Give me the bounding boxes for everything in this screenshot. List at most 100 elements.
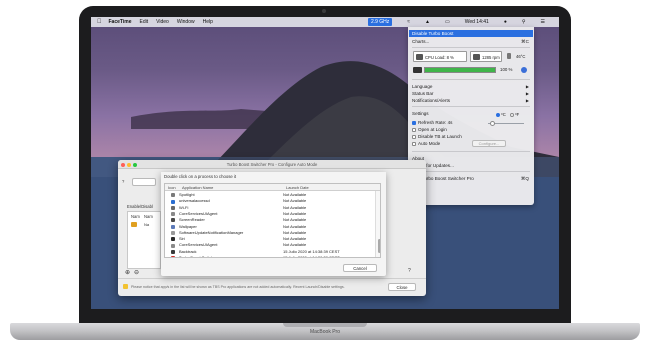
- quit-shortcut: ⌘Q: [520, 176, 529, 181]
- bluetooth-icon[interactable]: ▲: [425, 19, 430, 25]
- submenu-arrow-icon: ▶: [525, 91, 529, 96]
- check-updates-item[interactable]: Check for Updates...: [412, 162, 530, 169]
- app-icon: [171, 193, 175, 198]
- charts-shortcut: ⌘C: [521, 39, 529, 44]
- scrollbar-thumb[interactable]: [377, 239, 380, 253]
- background-table-header: Nam: [131, 214, 140, 219]
- app-icon: [171, 212, 175, 217]
- battery-icon[interactable]: ▭: [445, 19, 450, 25]
- menu-separator: [412, 106, 530, 107]
- apple-menu-icon[interactable]: : [97, 19, 102, 25]
- app-icon: [171, 237, 175, 242]
- zoom-window-icon[interactable]: [133, 162, 137, 167]
- choose-process-sheet: Double click on a process to choose it I…: [161, 172, 386, 276]
- auto-mode-checkbox[interactable]: [412, 141, 416, 146]
- battery-percent: 100 %: [500, 67, 513, 72]
- cpu-load-gauge: CPU Load: 8 %: [413, 51, 467, 62]
- sheet-title: Double click on a process to choose it: [164, 174, 237, 179]
- app-icon: [171, 218, 175, 223]
- about-item[interactable]: About: [412, 155, 530, 162]
- cancel-button[interactable]: Cancel: [343, 264, 377, 272]
- auto-mode-row[interactable]: Auto Mode: [412, 140, 530, 147]
- background-table-cell: Na: [144, 222, 150, 227]
- table-row[interactable]: Turbo Boost Switcher 15 Julio 2020 at 14:…: [165, 255, 375, 258]
- fahrenheit-label: ºF: [515, 112, 520, 117]
- menu-separator: [412, 171, 530, 172]
- column-icon[interactable]: Icon: [168, 184, 176, 191]
- app-icon: [131, 222, 137, 227]
- refresh-checkbox[interactable]: [412, 120, 416, 125]
- app-icon: [171, 224, 175, 229]
- open-at-login-checkbox[interactable]: [412, 127, 416, 132]
- submenu-arrow-icon: ▶: [525, 98, 529, 103]
- notifications-item[interactable]: Notifications/Alerts ▶: [412, 97, 530, 104]
- background-button[interactable]: [132, 178, 156, 186]
- menu-extras: 2.9 GHz ≈ ▲ ▭ Wed 14:41 ● ⚲ ☰: [361, 17, 553, 27]
- close-window-icon[interactable]: [121, 162, 125, 167]
- app-icon: [171, 249, 175, 254]
- refresh-rate-slider-knob[interactable]: [490, 120, 495, 126]
- app-icon: [171, 231, 175, 236]
- background-table-header: Nam: [144, 214, 153, 219]
- quit-item[interactable]: Quit Turbo Boost Switcher Pro ⌘Q: [412, 175, 530, 182]
- fan-icon: [472, 54, 480, 60]
- fan-speed-gauge: 1285 rpm: [470, 51, 502, 62]
- menu-video[interactable]: Video: [156, 19, 169, 25]
- search-icon[interactable]: ⚲: [522, 19, 526, 25]
- background-table: Nam Nam Na: [127, 211, 161, 269]
- app-icon: [171, 243, 175, 248]
- vertical-scrollbar[interactable]: [375, 191, 380, 257]
- app-icon: [171, 199, 175, 204]
- add-icon[interactable]: ⊕: [125, 269, 130, 276]
- fahrenheit-radio[interactable]: [509, 112, 514, 117]
- column-launch-date[interactable]: Launch Date: [286, 184, 309, 191]
- status-bar-item[interactable]: Status Bar ▶: [412, 90, 530, 97]
- thermometer-icon: [506, 53, 511, 59]
- battery-level-icon: [413, 67, 422, 73]
- help-icon[interactable]: ?: [122, 179, 124, 184]
- disable-tb-checkbox[interactable]: [412, 134, 416, 139]
- column-application-name[interactable]: Application Name: [182, 184, 213, 191]
- divider: [118, 278, 426, 279]
- close-button[interactable]: Close: [388, 283, 416, 291]
- menu-clock[interactable]: Wed 14:41: [465, 19, 489, 25]
- menu-separator: [412, 79, 530, 80]
- turbo-boost-menu: Disable Turbo Boost Charts... ⌘C CPU Load…: [408, 27, 534, 205]
- disable-tb-at-launch-row[interactable]: Disable TB at Launch: [412, 133, 530, 140]
- language-item[interactable]: Language ▶: [412, 83, 530, 90]
- menu-help[interactable]: Help: [203, 19, 213, 25]
- macos-menu-bar:  FaceTime Edit Video Window Help 2.9 GH…: [91, 17, 559, 27]
- menu-separator: [412, 47, 530, 48]
- process-table-header: Icon Application Name Launch Date: [165, 184, 380, 191]
- camera-icon: [322, 9, 326, 13]
- laptop-opening-notch: [283, 323, 367, 327]
- laptop-brand-label: MacBook Pro: [309, 329, 340, 335]
- app-icon: [171, 256, 175, 257]
- menu-edit[interactable]: Edit: [139, 19, 148, 25]
- celsius-radio[interactable]: [496, 112, 500, 117]
- warning-icon: [123, 284, 128, 289]
- process-table: Icon Application Name Launch Date Spotli…: [164, 183, 381, 258]
- wifi-icon[interactable]: ≈: [407, 19, 410, 25]
- open-at-login-row[interactable]: Open at Login: [412, 126, 530, 133]
- disable-turbo-boost-item[interactable]: Disable Turbo Boost: [409, 30, 533, 37]
- application-name-cell: Turbo Boost Switcher: [179, 255, 218, 258]
- status-dot-icon: [521, 67, 527, 73]
- help-icon[interactable]: ?: [408, 268, 411, 274]
- remove-icon[interactable]: ⊖: [134, 269, 139, 276]
- app-icon: [171, 205, 175, 210]
- minimize-window-icon[interactable]: [127, 162, 131, 167]
- user-icon[interactable]: ●: [504, 19, 507, 25]
- battery-bar: [424, 67, 496, 73]
- launch-date-cell: 15 Julio 2020 at 14:30:30 CEST: [283, 255, 340, 258]
- list-icon[interactable]: ☰: [541, 19, 545, 25]
- turbo-boost-status-item[interactable]: 2.9 GHz: [367, 18, 393, 26]
- submenu-arrow-icon: ▶: [525, 84, 529, 89]
- menu-separator: [412, 151, 530, 152]
- menu-app-name[interactable]: FaceTime: [109, 19, 132, 25]
- configure-button[interactable]: Configure...: [472, 140, 506, 147]
- temperature-readout: 46°C: [505, 51, 529, 62]
- charts-item[interactable]: Charts... ⌘C: [412, 38, 530, 45]
- menu-window[interactable]: Window: [177, 19, 195, 25]
- notice-text: Please notice that app/s in the list wil…: [131, 285, 345, 289]
